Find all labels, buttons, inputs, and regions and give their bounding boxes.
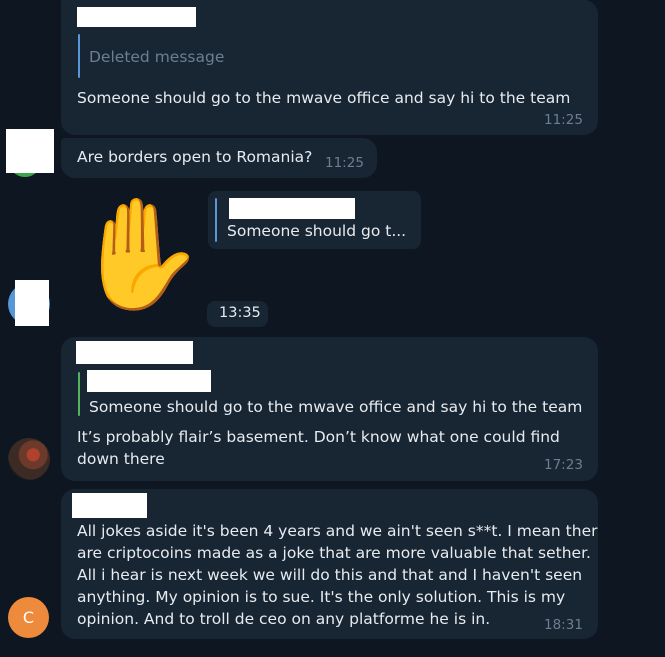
message-text-line-2: are criptocoins made as a joke that are … [77,544,591,562]
message-time: 17:23 [544,457,583,473]
reply-quote-text: Someone should go to the mwave office an… [89,398,583,416]
message-time: 11:25 [325,155,364,171]
reply-preview-text: Someone should go t... [227,222,407,240]
message-text: Someone should go to the mwave office an… [77,89,571,107]
redacted-reply-sender [229,198,355,219]
message-text-line-3: All i hear is next week we will do this … [77,566,583,584]
redacted-avatar [15,280,49,326]
message-text: Are borders open to Romania? [77,148,313,166]
redacted-sender-name [72,493,147,518]
reply-bar [78,34,80,78]
redacted-sender-name [76,341,193,364]
message-text-line-1: All jokes aside it's been 4 years and we… [77,522,598,540]
redacted-reply-sender [87,370,211,392]
reply-bar [78,372,80,416]
avatar-initial[interactable]: C [8,597,49,638]
avatar-initial-letter: C [22,608,35,627]
sticker-time: 13:35 [219,305,261,321]
message-time: 11:25 [544,112,583,128]
redacted-sender-name [77,7,196,27]
redacted-avatar [6,129,54,173]
avatar-photo[interactable] [8,438,50,480]
message-text-line-2: down there [77,450,165,468]
message-text-line-5: opinion. And to troll de ceo on any plat… [77,610,491,628]
reply-deleted-label[interactable]: Deleted message [89,46,224,68]
sticker-hand-emoji[interactable]: ✋ [72,190,206,320]
reply-bar [215,198,217,242]
message-time: 18:31 [544,617,583,633]
message-text-line-4: anything. My opinion is to sue. It's the… [77,588,566,606]
message-text-line-1: It’s probably flair’s basement. Don’t kn… [77,428,560,446]
